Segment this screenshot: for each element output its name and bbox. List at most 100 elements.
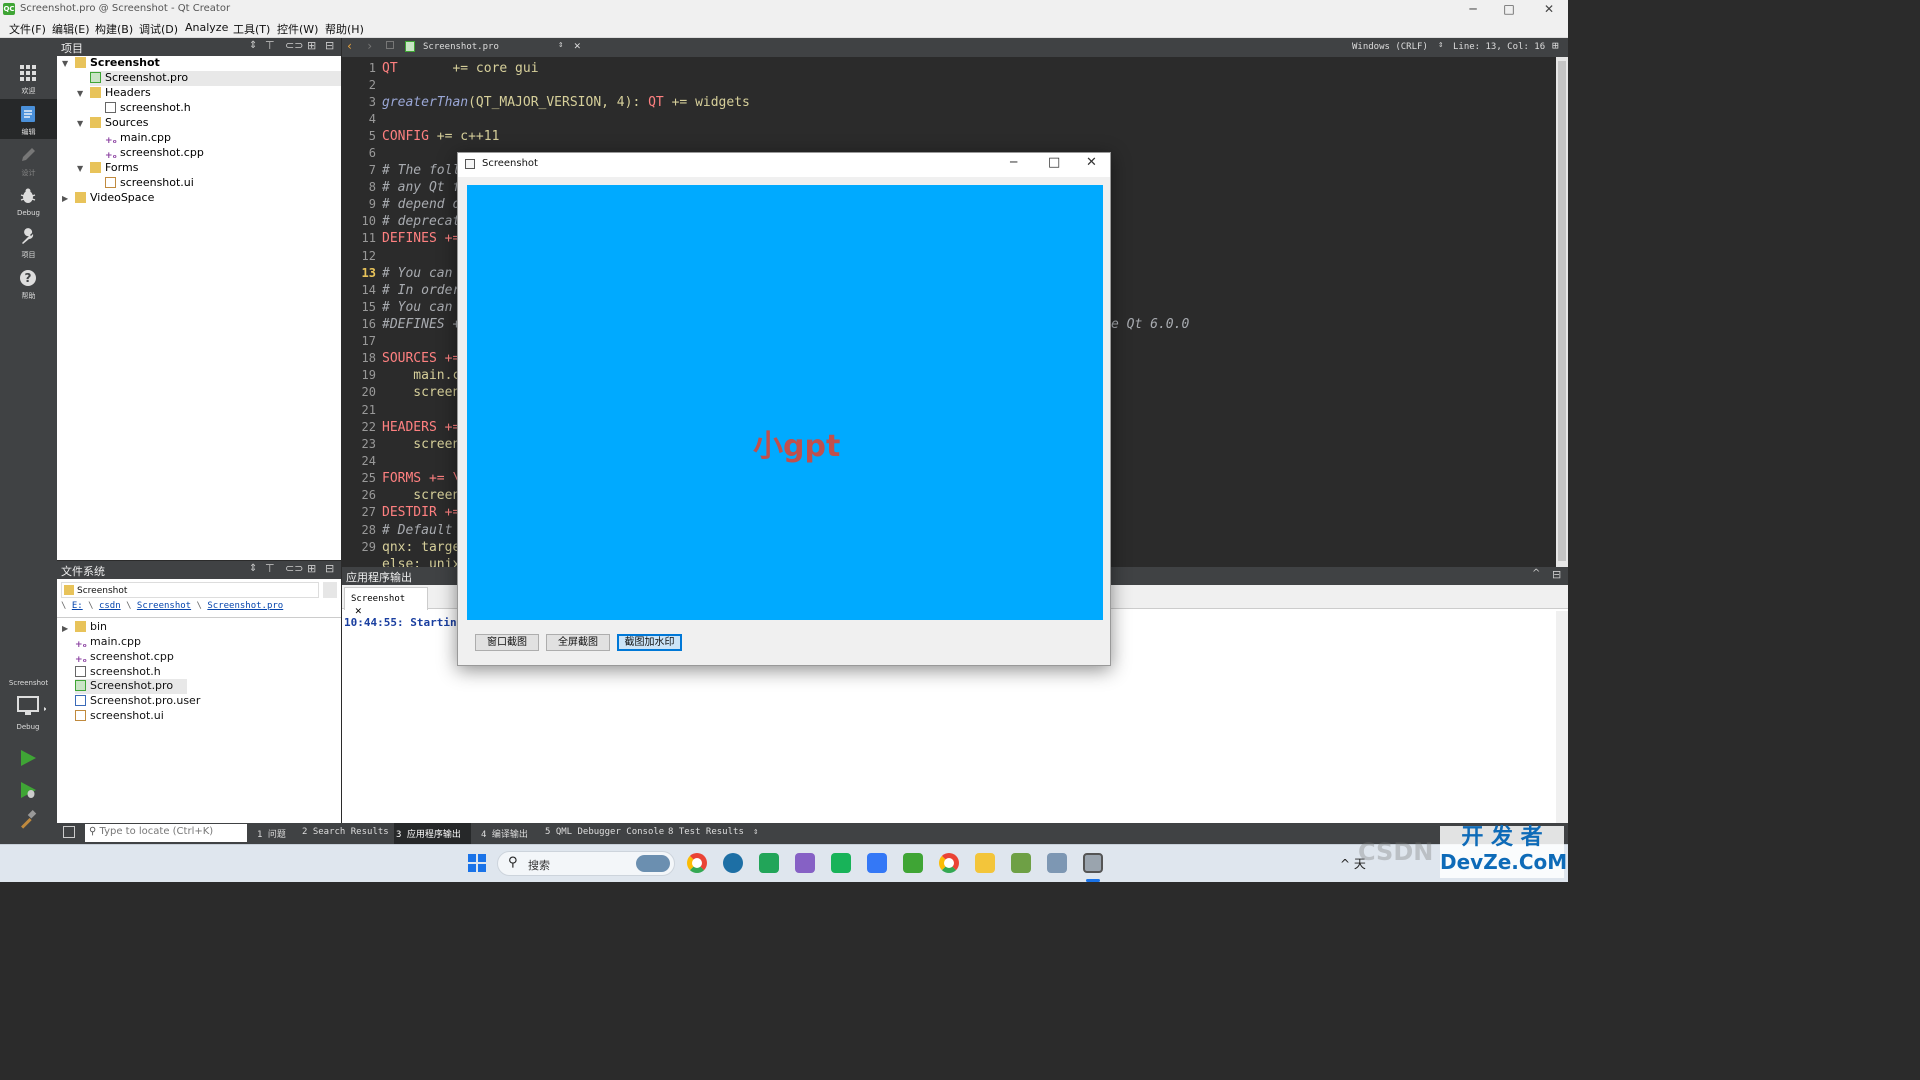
tree-item-sources[interactable]: Sources xyxy=(90,116,149,131)
menu-build[interactable]: 构建(B) xyxy=(95,21,133,37)
wechat-icon[interactable] xyxy=(831,853,851,873)
dialog-close-button[interactable]: ✕ xyxy=(1086,155,1097,170)
collapse-arrow[interactable]: ▶ xyxy=(62,194,68,203)
status-tab-search[interactable]: 2 Search Results xyxy=(302,827,389,837)
tree-item-videospace[interactable]: VideoSpace xyxy=(75,191,154,206)
fs-item-screenshot-cpp[interactable]: +ₒ screenshot.cpp xyxy=(75,650,174,665)
link-icon[interactable]: ⊂⊃ xyxy=(285,39,303,52)
debug-run-button[interactable] xyxy=(18,780,38,803)
status-tab-compile-output[interactable]: 4 编译输出 xyxy=(481,827,528,840)
menu-help[interactable]: 帮助(H) xyxy=(325,21,364,37)
kit-selector[interactable]: Debug xyxy=(10,693,47,731)
split-editor-icon[interactable]: ⊞ xyxy=(1552,39,1559,52)
maximize-button[interactable]: □ xyxy=(1494,2,1524,16)
collapse-arrow[interactable]: ▶ xyxy=(62,624,68,633)
split-icon[interactable]: ⊞ xyxy=(307,562,316,575)
filter-icon[interactable]: ⊤ xyxy=(265,562,275,575)
run-button[interactable] xyxy=(18,748,38,771)
line-ending[interactable]: Windows (CRLF) xyxy=(1352,42,1428,52)
mode-welcome[interactable]: 欢迎 xyxy=(0,58,57,98)
terminal-icon[interactable] xyxy=(759,853,779,873)
close-panel-icon[interactable]: ⊟ xyxy=(325,562,334,575)
fs-item-bin[interactable]: bin xyxy=(75,620,107,635)
crumb-drive[interactable]: E: xyxy=(72,601,83,611)
fs-item-screenshot-h[interactable]: screenshot.h xyxy=(75,665,161,680)
forward-arrow-icon[interactable]: › xyxy=(366,39,373,53)
close-pane-icon[interactable]: ⊟ xyxy=(1552,568,1561,581)
mode-edit[interactable]: 编辑 xyxy=(0,99,57,139)
tree-item-forms[interactable]: Forms xyxy=(90,161,138,176)
status-tab-test-results[interactable]: 8 Test Results xyxy=(668,827,744,837)
toggle-sidebar-icon[interactable] xyxy=(63,826,75,838)
close-button[interactable]: ✕ xyxy=(1534,2,1564,16)
expand-arrow[interactable]: ▼ xyxy=(77,119,83,128)
file-chooser-arrows-icon[interactable]: ⇕ xyxy=(558,40,563,50)
locator-input[interactable]: ⚲ Type to locate (Ctrl+K) xyxy=(85,824,247,842)
qt-creator-icon[interactable] xyxy=(903,853,923,873)
editor-scrollbar[interactable] xyxy=(1556,57,1568,567)
menu-analyze[interactable]: Analyze xyxy=(185,21,228,34)
start-button[interactable] xyxy=(468,854,486,872)
crumb-pro-file[interactable]: Screenshot.pro xyxy=(207,601,283,611)
expand-arrow[interactable]: ▼ xyxy=(62,59,68,68)
menu-edit[interactable]: 编辑(E) xyxy=(52,21,90,37)
fs-item-screenshot-pro[interactable]: Screenshot.pro xyxy=(75,679,187,694)
editor-filename[interactable]: Screenshot.pro xyxy=(423,42,499,52)
notes-icon[interactable] xyxy=(867,853,887,873)
fs-item-main-cpp[interactable]: +ₒ main.cpp xyxy=(75,635,141,650)
back-arrow-icon[interactable]: ‹ xyxy=(346,39,353,53)
status-tab-issues[interactable]: 1 问题 xyxy=(257,827,286,840)
crumb-screenshot[interactable]: Screenshot xyxy=(137,601,191,611)
mode-debug[interactable]: Debug xyxy=(0,181,57,221)
close-panel-icon[interactable]: ⊟ xyxy=(325,39,334,52)
tree-item-screenshot-h[interactable]: screenshot.h xyxy=(105,101,191,116)
output-tab[interactable]: Screenshot ✕ xyxy=(344,587,428,617)
tree-item-headers[interactable]: Headers xyxy=(90,86,151,101)
screenshot-app-icon[interactable] xyxy=(1083,853,1103,873)
split-icon[interactable]: ⊞ xyxy=(307,39,316,52)
close-document-icon[interactable]: ✕ xyxy=(574,39,581,52)
fs-item-pro-user[interactable]: Screenshot.pro.user xyxy=(75,694,200,709)
filter-icon[interactable]: ⊤ xyxy=(265,39,275,52)
line-ending-arrows-icon[interactable]: ⇕ xyxy=(1438,40,1443,50)
file-explorer-icon[interactable] xyxy=(975,853,995,873)
status-tab-app-output[interactable]: 3 应用程序输出 xyxy=(396,827,461,840)
menu-debug[interactable]: 调试(D) xyxy=(139,21,178,37)
fs-item-screenshot-ui[interactable]: screenshot.ui xyxy=(75,709,164,724)
editor-app-icon[interactable] xyxy=(1011,853,1031,873)
chrome-icon[interactable] xyxy=(687,853,707,873)
expand-arrow[interactable]: ▼ xyxy=(77,164,83,173)
sort-icon[interactable]: ⇕ xyxy=(249,40,257,51)
fullscreen-capture-button[interactable]: 全屏截图 xyxy=(546,634,610,651)
mode-projects[interactable]: 项目 xyxy=(0,222,57,262)
monitor-app-icon[interactable] xyxy=(1047,853,1067,873)
chrome-profile-icon[interactable] xyxy=(939,853,959,873)
vscode-variant-icon[interactable] xyxy=(723,853,743,873)
dialog-minimize-button[interactable]: ─ xyxy=(1010,155,1017,169)
menu-controls[interactable]: 控件(W) xyxy=(277,21,318,37)
capture-watermark-button[interactable]: 截图加水印 xyxy=(617,634,682,651)
dialog-maximize-button[interactable]: □ xyxy=(1048,155,1060,170)
tree-item-screenshot-ui[interactable]: screenshot.ui xyxy=(105,176,194,191)
tree-item-project[interactable]: Screenshot xyxy=(75,56,160,71)
menu-tools[interactable]: 工具(T) xyxy=(233,21,270,37)
tree-item-screenshot-cpp[interactable]: +ₒ screenshot.cpp xyxy=(105,146,204,161)
taskbar-search[interactable]: ⚲ 搜索 xyxy=(497,851,675,876)
scrollbar-thumb[interactable] xyxy=(1558,61,1566,561)
status-tab-qml-console[interactable]: 5 QML Debugger Console xyxy=(545,827,664,837)
maximize-pane-icon[interactable]: ^ xyxy=(1532,568,1540,579)
mode-help[interactable]: ? 帮助 xyxy=(0,263,57,303)
output-scrollbar[interactable] xyxy=(1556,611,1568,823)
minimize-button[interactable]: ─ xyxy=(1458,2,1488,16)
tree-item-pro-file[interactable]: Screenshot.pro xyxy=(90,71,341,86)
build-button[interactable] xyxy=(18,810,38,833)
tree-item-main-cpp[interactable]: +ₒ main.cpp xyxy=(105,131,171,146)
fs-menu-button[interactable] xyxy=(323,582,337,598)
sort-icon[interactable]: ⇕ xyxy=(249,563,257,574)
more-tabs-icon[interactable]: ⇕ xyxy=(753,827,758,837)
fs-root-combo[interactable]: Screenshot xyxy=(61,582,319,598)
mode-design[interactable]: 设计 xyxy=(0,140,57,180)
expand-arrow[interactable]: ▼ xyxy=(77,89,83,98)
visual-studio-icon[interactable] xyxy=(795,853,815,873)
menu-file[interactable]: 文件(F) xyxy=(9,21,46,37)
